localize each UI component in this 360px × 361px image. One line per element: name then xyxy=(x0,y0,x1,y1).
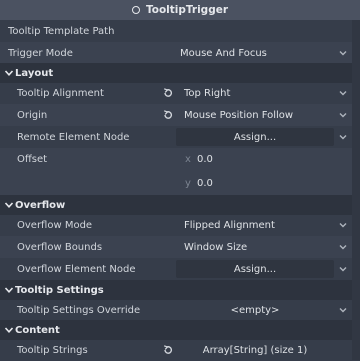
chevron-down-icon[interactable] xyxy=(338,88,348,98)
property-label: Origin xyxy=(17,109,48,121)
property-row-offset[interactable]: Offset x 0.0 xyxy=(0,148,360,170)
offset-y-input[interactable]: 0.0 xyxy=(197,178,213,189)
revert-icon[interactable] xyxy=(162,109,174,121)
chevron-down-icon xyxy=(4,70,14,76)
property-label: Overflow Mode xyxy=(17,219,93,231)
axis-label-y: y xyxy=(185,177,191,189)
inspector-title: TooltipTrigger xyxy=(145,4,229,16)
chevron-down-icon[interactable] xyxy=(338,305,348,315)
property-row-overflow-element-node[interactable]: Overflow Element Node Assign... xyxy=(0,258,360,280)
section-layout[interactable]: Layout xyxy=(0,63,360,83)
section-content[interactable]: Content xyxy=(0,320,360,340)
chevron-down-icon[interactable] xyxy=(338,110,348,120)
chevron-down-icon[interactable] xyxy=(338,242,348,252)
section-title: Overflow xyxy=(15,199,66,211)
property-row-tooltip-strings[interactable]: Tooltip Strings Array[String] (size 1) xyxy=(0,339,360,361)
property-row-overflow-bounds[interactable]: Overflow Bounds Window Size xyxy=(0,236,360,258)
chevron-down-icon xyxy=(4,287,14,293)
chevron-down-icon[interactable] xyxy=(338,132,348,142)
revert-icon[interactable] xyxy=(162,344,174,356)
overflow-mode-dropdown[interactable]: Flipped Alignment xyxy=(184,220,275,231)
property-label: Tooltip Template Path xyxy=(8,25,115,37)
property-label: Overflow Element Node xyxy=(17,263,136,275)
section-title: Content xyxy=(15,324,60,336)
property-label: Tooltip Settings Override xyxy=(17,304,141,316)
property-row-tooltip-settings-override[interactable]: Tooltip Settings Override <empty> xyxy=(0,299,360,321)
property-label: Overflow Bounds xyxy=(17,241,103,253)
inspector-header: TooltipTrigger xyxy=(0,0,360,20)
property-row-trigger-mode[interactable]: Trigger Mode Mouse And Focus xyxy=(0,42,360,64)
property-row-origin[interactable]: Origin Mouse Position Follow xyxy=(0,104,360,126)
axis-label-x: x xyxy=(185,153,191,165)
overflow-bounds-dropdown[interactable]: Window Size xyxy=(184,242,247,253)
section-title: Tooltip Settings xyxy=(15,284,104,296)
property-row-template-path[interactable]: Tooltip Template Path xyxy=(0,20,360,42)
node-icon xyxy=(131,6,140,14)
section-tooltip-settings[interactable]: Tooltip Settings xyxy=(0,280,360,300)
chevron-down-icon[interactable] xyxy=(338,264,348,274)
property-label: Tooltip Alignment xyxy=(17,87,104,99)
property-row-remote-element-node[interactable]: Remote Element Node Assign... xyxy=(0,126,360,148)
section-overflow[interactable]: Overflow xyxy=(0,195,360,215)
origin-dropdown[interactable]: Mouse Position Follow xyxy=(184,110,293,121)
property-label: Remote Element Node xyxy=(17,131,130,143)
chevron-down-icon xyxy=(4,202,14,208)
trigger-mode-dropdown[interactable]: Mouse And Focus xyxy=(180,48,267,59)
property-label: Offset xyxy=(17,153,48,165)
assign-button[interactable]: Assign... xyxy=(176,132,334,143)
chevron-down-icon[interactable] xyxy=(338,220,348,230)
property-row-overflow-mode[interactable]: Overflow Mode Flipped Alignment xyxy=(0,214,360,236)
array-editor-button[interactable]: Array[String] (size 1) xyxy=(176,345,334,356)
property-row-offset-y[interactable]: y 0.0 xyxy=(0,170,360,196)
tooltip-alignment-dropdown[interactable]: Top Right xyxy=(184,88,230,99)
property-label: Tooltip Strings xyxy=(17,344,88,356)
resource-picker[interactable]: <empty> xyxy=(176,305,334,316)
property-label: Trigger Mode xyxy=(8,47,73,59)
revert-icon[interactable] xyxy=(162,87,174,99)
section-title: Layout xyxy=(15,67,54,79)
chevron-down-icon xyxy=(4,327,14,333)
offset-x-input[interactable]: 0.0 xyxy=(197,154,213,165)
property-row-tooltip-alignment[interactable]: Tooltip Alignment Top Right xyxy=(0,82,360,104)
assign-button[interactable]: Assign... xyxy=(176,264,334,275)
scrollbar-track[interactable] xyxy=(352,20,360,360)
chevron-down-icon[interactable] xyxy=(338,48,348,58)
